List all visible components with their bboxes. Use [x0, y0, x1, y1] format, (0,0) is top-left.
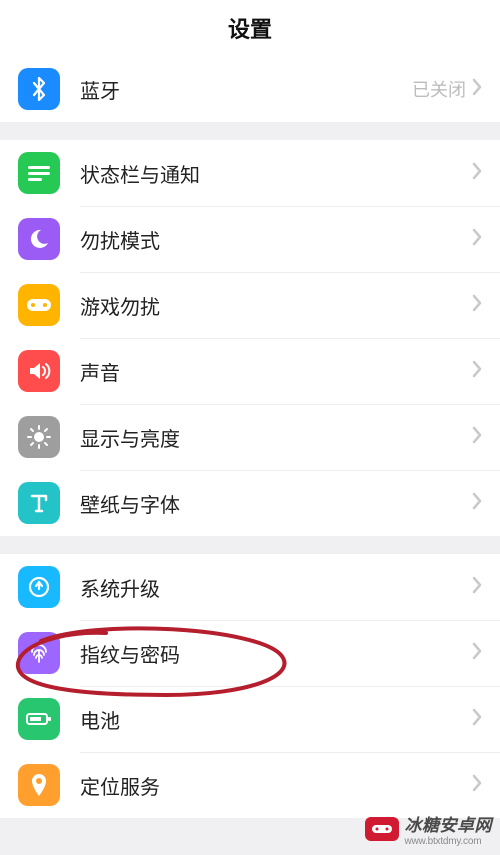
chevron-right-icon	[472, 576, 482, 599]
chevron-right-icon	[472, 708, 482, 731]
row-battery[interactable]: 电池	[0, 686, 500, 752]
row-label: 蓝牙	[80, 75, 412, 104]
status-bar-icon	[18, 152, 60, 194]
row-status-bar[interactable]: 状态栏与通知	[0, 140, 500, 206]
sound-icon	[18, 350, 60, 392]
row-dnd[interactable]: 勿扰模式	[0, 206, 500, 272]
chevron-right-icon	[472, 294, 482, 317]
row-display[interactable]: 显示与亮度	[0, 404, 500, 470]
page-title: 设置	[228, 12, 272, 44]
watermark-badge-icon	[365, 817, 399, 841]
watermark: 冰糖安卓网 www.btxtdmy.com	[365, 811, 493, 847]
row-label: 显示与亮度	[80, 423, 472, 452]
watermark-url: www.btxtdmy.com	[405, 836, 493, 847]
text-icon	[18, 482, 60, 524]
chevron-right-icon	[472, 492, 482, 515]
row-label: 壁纸与字体	[80, 489, 472, 518]
row-label: 勿扰模式	[80, 225, 472, 254]
settings-group-3: 系统升级 指纹与密码 电池 定位服务	[0, 554, 500, 818]
row-label: 状态栏与通知	[80, 159, 472, 188]
bluetooth-icon	[18, 68, 60, 110]
row-bluetooth[interactable]: 蓝牙 已关闭	[0, 56, 500, 122]
watermark-brand: 冰糖安卓网	[405, 811, 493, 836]
header: 设置	[0, 0, 500, 56]
update-icon	[18, 566, 60, 608]
chevron-right-icon	[472, 774, 482, 797]
row-label: 电池	[80, 705, 472, 734]
row-label: 声音	[80, 357, 472, 386]
battery-icon	[18, 698, 60, 740]
chevron-right-icon	[472, 228, 482, 251]
chevron-right-icon	[472, 78, 482, 101]
location-icon	[18, 764, 60, 806]
settings-group-2: 状态栏与通知 勿扰模式 游戏勿扰 声音 显示与亮	[0, 140, 500, 536]
row-label: 游戏勿扰	[80, 291, 472, 320]
fingerprint-icon	[18, 632, 60, 674]
row-game-dnd[interactable]: 游戏勿扰	[0, 272, 500, 338]
chevron-right-icon	[472, 642, 482, 665]
row-system-update[interactable]: 系统升级	[0, 554, 500, 620]
chevron-right-icon	[472, 162, 482, 185]
row-status: 已关闭	[412, 76, 466, 102]
row-wallpaper[interactable]: 壁纸与字体	[0, 470, 500, 536]
row-sound[interactable]: 声音	[0, 338, 500, 404]
brightness-icon	[18, 416, 60, 458]
row-location[interactable]: 定位服务	[0, 752, 500, 818]
row-label: 定位服务	[80, 771, 472, 800]
moon-icon	[18, 218, 60, 260]
chevron-right-icon	[472, 426, 482, 449]
settings-group-1: 蓝牙 已关闭	[0, 56, 500, 122]
watermark-text: 冰糖安卓网 www.btxtdmy.com	[405, 811, 493, 847]
row-label: 系统升级	[80, 573, 472, 602]
chevron-right-icon	[472, 360, 482, 383]
row-label: 指纹与密码	[80, 639, 472, 668]
gamepad-icon	[18, 284, 60, 326]
row-fingerprint[interactable]: 指纹与密码	[0, 620, 500, 686]
